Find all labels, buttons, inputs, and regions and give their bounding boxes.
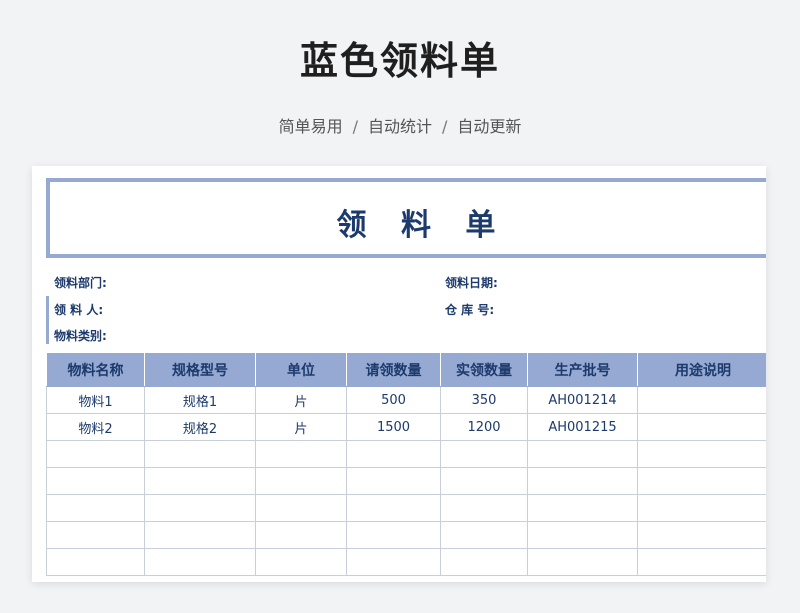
table-cell[interactable]: AH001214 [527,386,638,414]
table-cell[interactable] [144,548,256,576]
table-cell[interactable] [346,467,441,495]
table-cell[interactable] [637,440,766,468]
table-cell[interactable]: 1500 [346,413,441,441]
field-date-label: 领料日期: [445,276,498,290]
table-cell[interactable] [46,440,145,468]
table-row [46,521,766,549]
form-title: 领 料 单 [336,208,508,243]
table-cell[interactable] [46,467,145,495]
table-cell[interactable] [144,467,256,495]
field-person-label: 领 料 人: [54,303,104,317]
table-row [46,494,766,522]
table-cell[interactable]: AH001215 [527,413,638,441]
table-cell[interactable]: 物料1 [46,386,145,414]
table-cell[interactable] [440,521,528,549]
table-row [46,467,766,495]
column-header-batch: 生产批号 [527,352,638,387]
table-cell[interactable] [440,440,528,468]
table-cell[interactable]: 规格2 [144,413,256,441]
table-cell[interactable] [255,548,347,576]
table-cell[interactable] [637,548,766,576]
table-cell[interactable] [527,548,638,576]
table-cell[interactable] [527,440,638,468]
materials-table: 物料名称 规格型号 单位 请领数量 实领数量 生产批号 用途说明 物料1 规格1… [46,352,766,576]
table-cell[interactable] [255,440,347,468]
table-cell[interactable] [346,548,441,576]
column-header-requested: 请领数量 [346,352,441,387]
field-category-label: 物料类别: [54,329,107,343]
table-cell[interactable]: 片 [255,413,347,441]
table-cell[interactable] [144,440,256,468]
column-header-spec: 规格型号 [144,352,256,387]
field-warehouse-label: 仓 库 号: [445,303,495,317]
table-cell[interactable] [255,521,347,549]
table-cell[interactable]: 片 [255,386,347,414]
table-cell[interactable] [527,521,638,549]
table-cell[interactable]: 规格1 [144,386,256,414]
table-cell[interactable] [346,494,441,522]
table-header-row: 物料名称 规格型号 单位 请领数量 实领数量 生产批号 用途说明 [46,352,766,387]
subtitle-separator: / [352,117,358,136]
spreadsheet-preview: 领 料 单 领料部门: 领料日期: 领 料 人: 仓 库 号: 物料类别: 物料… [32,166,766,582]
column-header-name: 物料名称 [46,352,145,387]
table-row [46,440,766,468]
field-dept-label: 领料部门: [54,276,107,290]
table-cell[interactable] [255,467,347,495]
subtitle-item: 自动更新 [457,117,522,136]
table-cell[interactable] [46,521,145,549]
table-cell[interactable] [637,494,766,522]
table-cell[interactable] [144,521,256,549]
table-cell[interactable] [346,521,441,549]
table-cell[interactable] [440,494,528,522]
subtitle-separator: / [442,117,448,136]
table-cell[interactable]: 350 [440,386,528,414]
table-cell[interactable] [46,548,145,576]
subtitle-item: 自动统计 [367,117,432,136]
table-cell[interactable] [255,494,347,522]
column-header-unit: 单位 [255,352,347,387]
table-cell[interactable] [440,548,528,576]
page-subtitle: 简单易用 / 自动统计 / 自动更新 [0,113,800,137]
table-cell[interactable] [527,467,638,495]
column-header-purpose: 用途说明 [637,352,766,387]
table-cell[interactable]: 物料2 [46,413,145,441]
table-cell[interactable] [637,521,766,549]
table-cell[interactable]: 500 [346,386,441,414]
table-cell[interactable] [46,494,145,522]
table-cell[interactable]: 1200 [440,413,528,441]
table-cell[interactable] [440,467,528,495]
subtitle-item: 简单易用 [278,117,343,136]
column-header-actual: 实领数量 [440,352,528,387]
table-cell[interactable] [637,386,766,414]
field-accent-bar [46,296,49,344]
table-row: 物料2 规格2 片 1500 1200 AH001215 [46,413,766,441]
table-cell[interactable] [144,494,256,522]
page-title: 蓝色领料单 [299,39,500,83]
table-cell[interactable] [637,467,766,495]
table-cell[interactable] [346,440,441,468]
table-cell[interactable] [527,494,638,522]
form-title-box: 领 料 单 [46,178,766,258]
table-row: 物料1 规格1 片 500 350 AH001214 [46,386,766,414]
table-row [46,548,766,576]
table-cell[interactable] [637,413,766,441]
